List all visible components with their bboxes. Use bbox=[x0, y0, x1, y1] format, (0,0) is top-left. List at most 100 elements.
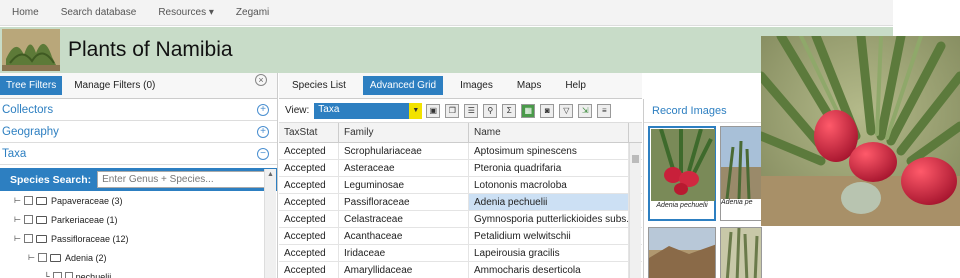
image-thumbnail[interactable] bbox=[720, 227, 762, 278]
tab-maps[interactable]: Maps bbox=[510, 76, 548, 95]
site-logo[interactable] bbox=[2, 29, 60, 71]
image-thumbnail-selected[interactable]: Adenia pechuelii bbox=[648, 126, 716, 221]
table-row[interactable]: Accepted Leguminosae Lotononis macroloba bbox=[279, 177, 642, 194]
left-filter-panel: Tree Filters Manage Filters (0) Collecto… bbox=[0, 73, 278, 278]
tree-item-label: Parkeriaceae (1) bbox=[50, 214, 118, 225]
cell: Petalidium welwitschii bbox=[469, 228, 629, 244]
columns-icon[interactable]: ☰ bbox=[464, 103, 479, 118]
tree-checkbox[interactable] bbox=[23, 234, 33, 243]
tab-manage-filters[interactable]: Manage Filters (0) bbox=[68, 76, 161, 95]
grid-toolbar: View: Taxa ▼ ▣ ❐ ☰ ⚲ Σ ▦ ◙ ▽ ⇲ ≡ bbox=[279, 99, 642, 123]
column-header[interactable]: Family bbox=[339, 123, 469, 142]
tab-tree-filters[interactable]: Tree Filters bbox=[0, 76, 63, 95]
nav-search-database[interactable]: Search database bbox=[61, 7, 137, 18]
image-thumbnail[interactable] bbox=[648, 227, 716, 278]
tree-checkbox[interactable] bbox=[37, 253, 47, 262]
table-row[interactable]: Accepted Asteraceae Pteronia quadrifaria bbox=[279, 160, 642, 177]
table-row[interactable]: Accepted Celastraceae Gymnosporia putterli… bbox=[279, 211, 642, 228]
folder-open-icon bbox=[35, 234, 47, 243]
species-search-label: Species Search: bbox=[10, 173, 92, 186]
tab-advanced-grid[interactable]: Advanced Grid bbox=[362, 76, 444, 95]
table-row[interactable]: Accepted Iridaceae Lapeirousia gracilis bbox=[279, 245, 642, 262]
tree-item[interactable]: └ pechuelii bbox=[0, 267, 277, 278]
tree-item-label: Adenia (2) bbox=[64, 252, 107, 263]
nav-zegami[interactable]: Zegami bbox=[236, 7, 269, 18]
collapse-minus-icon[interactable]: − bbox=[257, 147, 269, 160]
column-header[interactable]: Name bbox=[469, 123, 629, 142]
grid-scrollbar[interactable] bbox=[629, 143, 641, 278]
column-header[interactable]: TaxStat bbox=[279, 123, 339, 142]
thumbnail-caption: Adenia pechuelii bbox=[656, 202, 708, 209]
section-geography[interactable]: Geography + bbox=[0, 121, 277, 143]
sum-icon[interactable]: Σ bbox=[502, 103, 517, 118]
species-grid: TaxStat Family Name Accepted Scrophularia… bbox=[279, 123, 642, 278]
section-taxa[interactable]: Taxa − bbox=[0, 143, 277, 165]
tab-species-list[interactable]: Species List bbox=[285, 76, 353, 95]
cell: Acanthaceae bbox=[339, 228, 469, 244]
cell: Celastraceae bbox=[339, 211, 469, 227]
nav-home[interactable]: Home bbox=[12, 7, 39, 18]
tree-checkbox[interactable] bbox=[23, 196, 33, 205]
camera-icon[interactable]: ◙ bbox=[540, 103, 555, 118]
view-label: View: bbox=[285, 105, 310, 116]
tree-checkbox[interactable] bbox=[52, 272, 62, 278]
cell: Accepted bbox=[279, 194, 339, 210]
cell: Accepted bbox=[279, 160, 339, 176]
folder-icon bbox=[35, 196, 47, 205]
cell: Passifloraceae bbox=[339, 194, 469, 210]
cell: Lotononis macroloba bbox=[469, 177, 629, 193]
section-collectors-label: Collectors bbox=[2, 103, 54, 116]
taxa-tree: ⊢ Papaveraceae (3) ⊢ Parkeriaceae (1) ⊢ Pas… bbox=[0, 191, 277, 278]
table-row[interactable]: Accepted Acanthaceae Petalidium welwitschi… bbox=[279, 228, 642, 245]
tree-item-label: pechuelii bbox=[75, 271, 112, 278]
chevron-down-icon[interactable]: ▼ bbox=[409, 102, 423, 119]
tab-images[interactable]: Images bbox=[453, 76, 500, 95]
image-thumbnail[interactable]: Adenia pe bbox=[720, 126, 762, 221]
document-icon bbox=[64, 271, 73, 278]
cell: Accepted bbox=[279, 143, 339, 159]
cell: Lapeirousia gracilis bbox=[469, 245, 629, 261]
grid-header: TaxStat Family Name bbox=[279, 123, 642, 143]
expand-plus-icon[interactable]: + bbox=[257, 125, 269, 138]
expand-plus-icon[interactable]: + bbox=[257, 103, 269, 116]
excel-icon[interactable]: ▦ bbox=[521, 103, 536, 118]
save-icon[interactable]: ▣ bbox=[426, 103, 441, 118]
species-search-bar: Species Search: Enter Genus + Species...… bbox=[0, 74, 277, 191]
tree-item[interactable]: ⊢ Parkeriaceae (1) bbox=[0, 210, 277, 229]
table-row[interactable]: Accepted Scrophulariaceae Aptosimum spines… bbox=[279, 143, 642, 160]
cell: Aptosimum spinescens bbox=[469, 143, 629, 159]
search-icon[interactable]: ⚲ bbox=[483, 103, 498, 118]
section-geography-label: Geography bbox=[2, 125, 59, 138]
scrollbar-thumb[interactable] bbox=[632, 155, 639, 163]
tree-item[interactable]: ⊢ Papaveraceae (3) bbox=[0, 191, 277, 210]
thumbnail-caption: Adenia pe bbox=[721, 199, 753, 206]
cell: Scrophulariaceae bbox=[339, 143, 469, 159]
species-search-input[interactable]: Enter Genus + Species... bbox=[97, 171, 267, 188]
tree-item[interactable]: ⊢ Passifloraceae (12) bbox=[0, 229, 277, 248]
clear-search-icon[interactable]: × bbox=[255, 74, 267, 86]
export-icon[interactable]: ⇲ bbox=[578, 103, 593, 118]
view-select-value: Taxa bbox=[318, 103, 340, 115]
view-select[interactable]: Taxa ▼ bbox=[314, 102, 423, 119]
cell: Ammocharis deserticola bbox=[469, 262, 629, 278]
nav-resources[interactable]: Resources ▾ bbox=[158, 7, 214, 18]
tree-checkbox[interactable] bbox=[23, 215, 33, 224]
cell: Adenia pechuelii bbox=[469, 194, 629, 210]
cell: Accepted bbox=[279, 228, 339, 244]
cell: Accepted bbox=[279, 262, 339, 278]
tab-help[interactable]: Help bbox=[558, 76, 593, 95]
copy-icon[interactable]: ❐ bbox=[445, 103, 460, 118]
section-collectors[interactable]: Collectors + bbox=[0, 99, 277, 121]
tree-item-label: Papaveraceae (3) bbox=[50, 195, 123, 206]
site-title: Plants of Namibia bbox=[68, 38, 233, 61]
filter-icon[interactable]: ▽ bbox=[559, 103, 574, 118]
tree-item[interactable]: ⊢ Adenia (2) bbox=[0, 248, 277, 267]
enlarged-plant-photo[interactable] bbox=[761, 36, 960, 226]
tree-scrollbar[interactable]: ▲ bbox=[264, 169, 276, 278]
tree-item-label: Passifloraceae (12) bbox=[50, 233, 129, 244]
cell: Pteronia quadrifaria bbox=[469, 160, 629, 176]
table-row[interactable]: Accepted Amaryllidaceae Ammocharis deserti… bbox=[279, 262, 642, 278]
list-icon[interactable]: ≡ bbox=[597, 103, 612, 118]
left-tabs: Tree Filters Manage Filters (0) bbox=[0, 73, 277, 99]
table-row-selected[interactable]: Accepted Passifloraceae Adenia pechuelii bbox=[279, 194, 642, 211]
